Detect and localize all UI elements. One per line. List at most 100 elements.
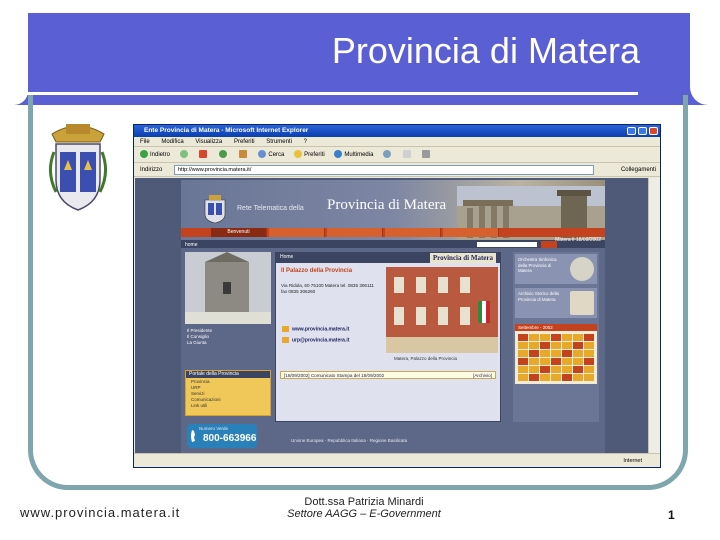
news-archive-link[interactable]: [Archivio]	[473, 372, 492, 379]
calendar-day[interactable]	[573, 358, 583, 365]
calendar-day[interactable]	[584, 358, 594, 365]
calendar-day[interactable]	[540, 358, 550, 365]
print-button[interactable]	[422, 147, 432, 163]
calendar-day[interactable]	[529, 334, 539, 341]
calendar-day[interactable]	[540, 366, 550, 373]
palazzo-caption: Matera, Palazzo della Provincia	[394, 356, 458, 361]
calendar-day[interactable]	[562, 334, 572, 341]
toolbar: Indietro Cerca Preferiti Multimedia	[134, 147, 660, 163]
search-button[interactable]: Cerca	[258, 147, 284, 163]
address-input[interactable]: http://www.provincia.matera.it/	[174, 165, 594, 175]
stop-button[interactable]	[199, 147, 209, 163]
calendar-day[interactable]	[562, 358, 572, 365]
links-label[interactable]: Collegamenti	[621, 163, 656, 177]
palazzo-title: Il Palazzo della Provincia	[281, 268, 353, 274]
calendar-day[interactable]	[551, 374, 561, 381]
calendar-day[interactable]	[551, 334, 561, 341]
calendar-day[interactable]	[573, 366, 583, 373]
refresh-icon	[219, 150, 228, 159]
calendar-day[interactable]	[540, 334, 550, 341]
media-button[interactable]: Multimedia	[334, 147, 373, 163]
left-links: Il Presidente Il Consiglio La Giunta	[185, 326, 271, 366]
portal-box: Portale della Provincia Provincia URP Se…	[185, 370, 271, 416]
forward-button[interactable]	[179, 147, 190, 163]
calendar-day[interactable]	[540, 374, 550, 381]
calendar-day[interactable]	[551, 358, 561, 365]
calendar-day[interactable]	[573, 374, 583, 381]
menu-visualizza[interactable]: Visualizza	[195, 139, 222, 145]
close-button[interactable]	[649, 127, 658, 135]
calendar-day[interactable]	[540, 342, 550, 349]
calendar-day[interactable]	[529, 374, 539, 381]
calendar-day[interactable]	[518, 334, 528, 341]
calendar-day[interactable]	[529, 358, 539, 365]
archive-text: Archivio Storico della Provincia di Mate…	[518, 291, 559, 302]
history-button[interactable]	[383, 147, 393, 163]
calendar: Settembre - 2002	[515, 324, 597, 384]
email-link[interactable]: urp@provincia.matera.it	[282, 337, 349, 343]
site-search-input[interactable]	[477, 242, 537, 247]
favorites-button[interactable]: Preferiti	[294, 147, 325, 163]
site-search-button[interactable]	[541, 241, 557, 248]
calendar-day[interactable]	[551, 366, 561, 373]
calendar-day[interactable]	[573, 350, 583, 357]
site-footer-logos: Unione Europea · Repubblica Italiana · R…	[291, 438, 408, 443]
home-button[interactable]	[238, 147, 249, 163]
menu-preferiti[interactable]: Preferiti	[234, 139, 255, 145]
menu-file[interactable]: File	[140, 139, 150, 145]
menu-strumenti[interactable]: Strumenti	[266, 139, 292, 145]
center-panel-home[interactable]: Home	[280, 254, 293, 260]
menu-help[interactable]: ?	[304, 139, 307, 145]
portal-link[interactable]: Link utili	[191, 403, 265, 409]
palazzo-address: Via Ridola, 60 75100 Matera tel. 0835 30…	[281, 283, 374, 294]
calendar-day[interactable]	[584, 366, 594, 373]
calendar-day[interactable]	[518, 374, 528, 381]
maximize-button[interactable]	[638, 127, 647, 135]
mail-button[interactable]	[402, 147, 413, 163]
left-link[interactable]: La Giunta	[187, 340, 269, 346]
stop-icon	[199, 150, 208, 159]
calendar-day[interactable]	[518, 342, 528, 349]
calendar-day[interactable]	[562, 342, 572, 349]
calendar-day[interactable]	[551, 342, 561, 349]
calendar-day[interactable]	[540, 350, 550, 357]
nav-tab-4[interactable]	[385, 228, 441, 237]
orchestra-text: Orchestra Sinfonica della Provincia di M…	[518, 257, 557, 273]
calendar-day[interactable]	[584, 334, 594, 341]
archive-banner[interactable]: Archivio Storico della Provincia di Mate…	[515, 288, 597, 318]
calendar-day[interactable]	[562, 374, 572, 381]
orchestra-banner[interactable]: Orchestra Sinfonica della Provincia di M…	[515, 254, 597, 284]
calendar-day[interactable]	[584, 374, 594, 381]
minimize-button[interactable]	[627, 127, 636, 135]
back-button[interactable]: Indietro	[140, 147, 170, 163]
calendar-day[interactable]	[518, 358, 528, 365]
browser-titlebar: Ente Provincia di Matera - Microsoft Int…	[134, 125, 660, 137]
scrollbar[interactable]	[648, 178, 660, 454]
calendar-day[interactable]	[573, 342, 583, 349]
calendar-day[interactable]	[518, 366, 528, 373]
calendar-day[interactable]	[584, 342, 594, 349]
slide-title: Provincia di Matera	[331, 30, 640, 71]
calendar-day[interactable]	[562, 366, 572, 373]
calendar-day[interactable]	[562, 350, 572, 357]
nav-tab-5[interactable]	[443, 228, 499, 237]
news-ticker[interactable]: [18/09/2002] Comunicato Stampa del 18/09…	[280, 371, 496, 379]
nav-tab-benvenuti[interactable]: Benvenuti	[211, 228, 267, 237]
menu-modifica[interactable]: Modifica	[161, 139, 183, 145]
site-crest-icon	[204, 195, 226, 224]
refresh-button[interactable]	[219, 147, 229, 163]
nav-tab-3[interactable]	[327, 228, 383, 237]
calendar-day[interactable]	[573, 334, 583, 341]
toll-free-banner[interactable]: Numero Verde 800-663966	[187, 424, 257, 448]
footer-author: Dott.ssa Patrizia Minardi Settore AAGG –…	[278, 496, 450, 520]
home-link[interactable]: home	[185, 242, 198, 248]
website-link[interactable]: www.provincia.matera.it	[282, 326, 349, 332]
calendar-day[interactable]	[518, 350, 528, 357]
calendar-day[interactable]	[551, 350, 561, 357]
calendar-day[interactable]	[529, 366, 539, 373]
calendar-day[interactable]	[529, 350, 539, 357]
website-link-text: www.provincia.matera.it	[292, 326, 350, 333]
nav-tab-2[interactable]	[269, 228, 325, 237]
calendar-day[interactable]	[584, 350, 594, 357]
calendar-day[interactable]	[529, 342, 539, 349]
